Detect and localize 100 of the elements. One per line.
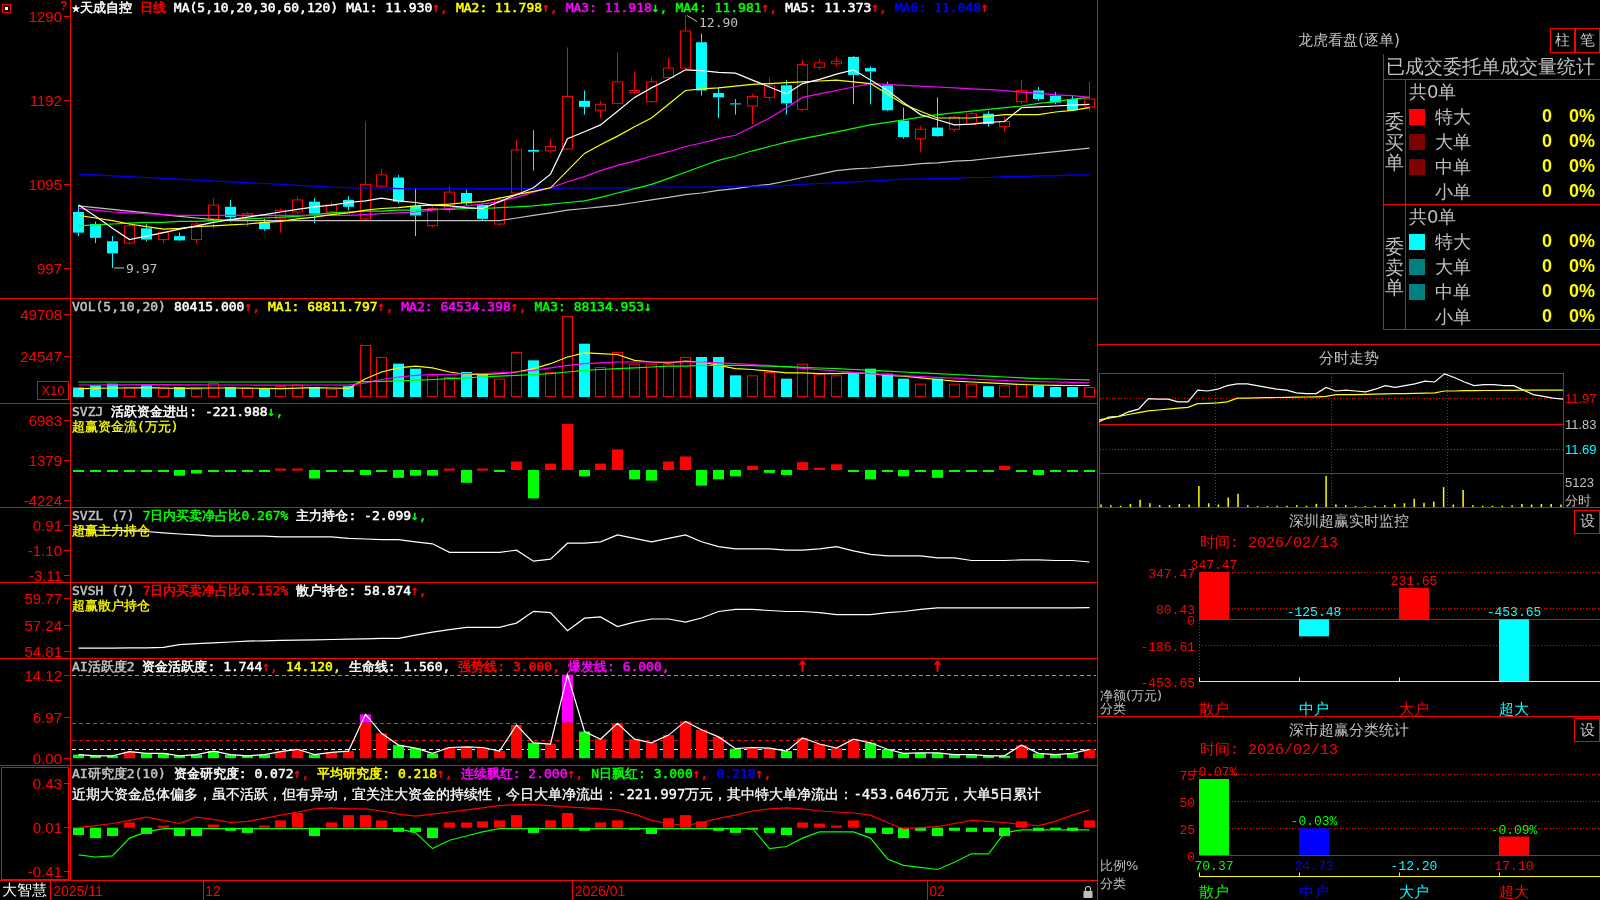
activity-bar <box>1084 749 1095 759</box>
volume-bar <box>326 388 337 397</box>
candlestick <box>545 138 556 154</box>
order-count: 0 <box>1542 306 1552 327</box>
panel-title: 龙虎看盘(逐单) <box>1298 31 1400 50</box>
activity-bar <box>747 747 758 759</box>
candlestick <box>444 185 455 214</box>
trend-arrow: ↑, <box>761 1 778 15</box>
research-bar <box>511 815 522 828</box>
volume-bar <box>259 388 270 397</box>
research-bar <box>966 827 977 832</box>
volume-bar <box>174 387 185 397</box>
activity-bar <box>477 747 488 759</box>
activity-bar <box>983 755 994 759</box>
date-label: 2026/01 <box>574 883 626 899</box>
fund-flow-bar <box>579 470 590 477</box>
chart-title: 深圳超赢实时监控 <box>1289 512 1409 531</box>
view-toggle-button[interactable]: 笔 <box>1575 28 1600 53</box>
activity-bar <box>1033 753 1044 759</box>
research-bar <box>225 827 236 831</box>
group-label: 委卖单 <box>1385 235 1404 299</box>
fund-flow-bar <box>511 461 522 470</box>
order-count: 0 <box>1542 156 1552 177</box>
window-icon[interactable] <box>2 4 11 13</box>
settings-button[interactable]: 设 <box>1574 509 1600 534</box>
volume-bar <box>477 373 488 397</box>
trend-arrow: ↑, <box>411 584 427 598</box>
research-bar <box>393 827 404 832</box>
research-bar <box>158 825 169 828</box>
research-bar <box>882 827 893 834</box>
candlestick <box>73 204 84 237</box>
candlestick <box>612 52 623 105</box>
help-button[interactable]: ? <box>60 0 68 12</box>
axis-label: 1379 <box>28 452 62 469</box>
order-count: 0 <box>1542 281 1552 302</box>
volume-bar <box>107 383 118 397</box>
candlestick <box>141 223 152 242</box>
order-total: 共0单 <box>1408 80 1458 104</box>
legend-text: MA1: 11.930 <box>346 1 433 15</box>
legend-text: MA2: 64534.398 <box>401 300 511 314</box>
legend-text: AI研究度2(10) <box>72 767 166 781</box>
axis-label: 0.91 <box>32 517 62 534</box>
fund-flow-bar <box>562 423 573 470</box>
activity-bar <box>511 725 522 759</box>
legend-text: 7日内买卖净占比0.267% <box>142 509 289 523</box>
candlestick <box>292 195 303 215</box>
research-bar <box>1033 827 1044 831</box>
activity-bar <box>797 738 808 759</box>
net-amount-bar <box>1299 619 1329 637</box>
legend-text: 主力持仓: -2.099 <box>296 509 412 523</box>
view-toggle-button[interactable]: 柱 <box>1550 28 1575 53</box>
candlestick <box>275 208 286 234</box>
settings-button[interactable]: 设 <box>1574 718 1600 742</box>
activity-bar <box>966 754 977 759</box>
axis-label: 75 <box>1179 768 1195 784</box>
activity-bar <box>528 742 539 759</box>
candlestick <box>1067 95 1078 112</box>
activity-bar <box>461 746 472 759</box>
axis-label: -186.61 <box>1140 639 1195 655</box>
chart-title: 深市超赢分类统计 <box>1289 720 1409 740</box>
axis-label: 24547 <box>20 348 62 365</box>
legend-text: 爆发线: 6.000, <box>568 660 670 674</box>
volume-bar <box>1084 387 1095 397</box>
activity-bar <box>141 753 152 759</box>
fund-flow-bar <box>309 470 320 479</box>
category-label: 散户 <box>1199 883 1229 900</box>
volume-bar <box>865 368 876 397</box>
volume-bar <box>814 373 825 397</box>
research-bar <box>629 827 640 830</box>
activity-bar <box>865 742 876 759</box>
candlestick <box>494 195 505 227</box>
axis-title: 分类 <box>1100 876 1126 891</box>
research-bar <box>174 827 185 837</box>
activity-bar <box>309 754 320 759</box>
research-bar <box>1067 827 1078 831</box>
axis-label: 0.43 <box>32 775 62 792</box>
legend-text: MA3: 11.918 <box>565 1 652 15</box>
activity-bar <box>629 739 640 759</box>
research-bar <box>1050 827 1061 830</box>
legend-text: MA3: 88134.953 <box>534 300 645 314</box>
lock-icon <box>1083 885 1093 898</box>
research-bar <box>208 824 219 828</box>
order-share: 0% <box>1569 281 1595 302</box>
activity-bar <box>646 742 657 759</box>
volume-bar <box>764 372 775 397</box>
candlestick <box>259 218 270 232</box>
fund-flow-bar <box>444 468 455 471</box>
activity-bar <box>1067 753 1078 759</box>
fund-flow-bar <box>999 465 1010 470</box>
volume-bar <box>1016 383 1027 397</box>
date-label: 2025/11 <box>53 883 103 899</box>
research-bar <box>545 820 556 828</box>
order-size-label: 小单 <box>1435 304 1472 329</box>
research-bar <box>259 825 270 828</box>
trend-arrow: ↑, <box>510 300 527 314</box>
activity-bar <box>680 721 691 759</box>
volume-bar <box>999 385 1010 397</box>
activity-bar <box>158 753 169 759</box>
research-bar <box>983 827 994 832</box>
candlestick <box>680 15 691 71</box>
